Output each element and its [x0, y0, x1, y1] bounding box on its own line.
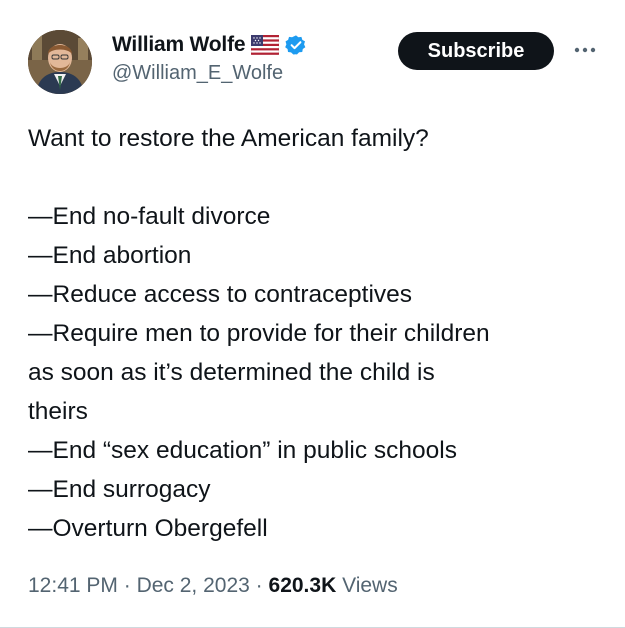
tweet-line: —Overturn Obergefell: [28, 515, 268, 542]
tweet-time[interactable]: 12:41 PM: [28, 574, 118, 597]
user-handle[interactable]: @William_E_Wolfe: [112, 62, 307, 85]
views-count[interactable]: 620.3K: [269, 574, 337, 597]
name-row: William Wolfe: [112, 30, 307, 60]
meta-separator: ·: [123, 574, 131, 597]
tweet-line: —End no-fault divorce: [28, 203, 271, 230]
meta-separator: ·: [255, 574, 263, 597]
avatar[interactable]: [28, 30, 92, 94]
tweet-line: theirs: [28, 398, 88, 425]
verified-badge-icon[interactable]: [285, 34, 307, 56]
avatar-image: [28, 30, 92, 94]
tweet-header: William Wolfe @William_E_Wolfe Subscribe: [28, 26, 608, 98]
display-name[interactable]: William Wolfe: [112, 33, 246, 57]
more-options-icon[interactable]: [570, 38, 600, 62]
subscribe-button[interactable]: Subscribe: [398, 32, 554, 70]
us-flag-icon: [251, 34, 280, 56]
tweet-line: —End abortion: [28, 242, 192, 269]
tweet-line: —Reduce access to contraceptives: [28, 281, 413, 308]
tweet-card: William Wolfe @William_E_Wolfe Subscribe…: [0, 0, 625, 628]
tweet-intro: Want to restore the American family?: [28, 125, 429, 152]
tweet-text: Want to restore the American family? —En…: [28, 119, 608, 548]
tweet-line: as soon as it’s determined the child is: [28, 359, 435, 386]
views-label: Views: [342, 574, 398, 597]
tweet-line: —Require men to provide for their childr…: [28, 320, 490, 347]
tweet-line: —End “sex education” in public schools: [28, 437, 457, 464]
author-info: William Wolfe @William_E_Wolfe: [112, 30, 307, 85]
tweet-date[interactable]: Dec 2, 2023: [137, 574, 250, 597]
tweet-line: —End surrogacy: [28, 476, 211, 503]
tweet-meta: 12:41 PM · Dec 2, 2023 · 620.3K Views: [28, 574, 398, 598]
